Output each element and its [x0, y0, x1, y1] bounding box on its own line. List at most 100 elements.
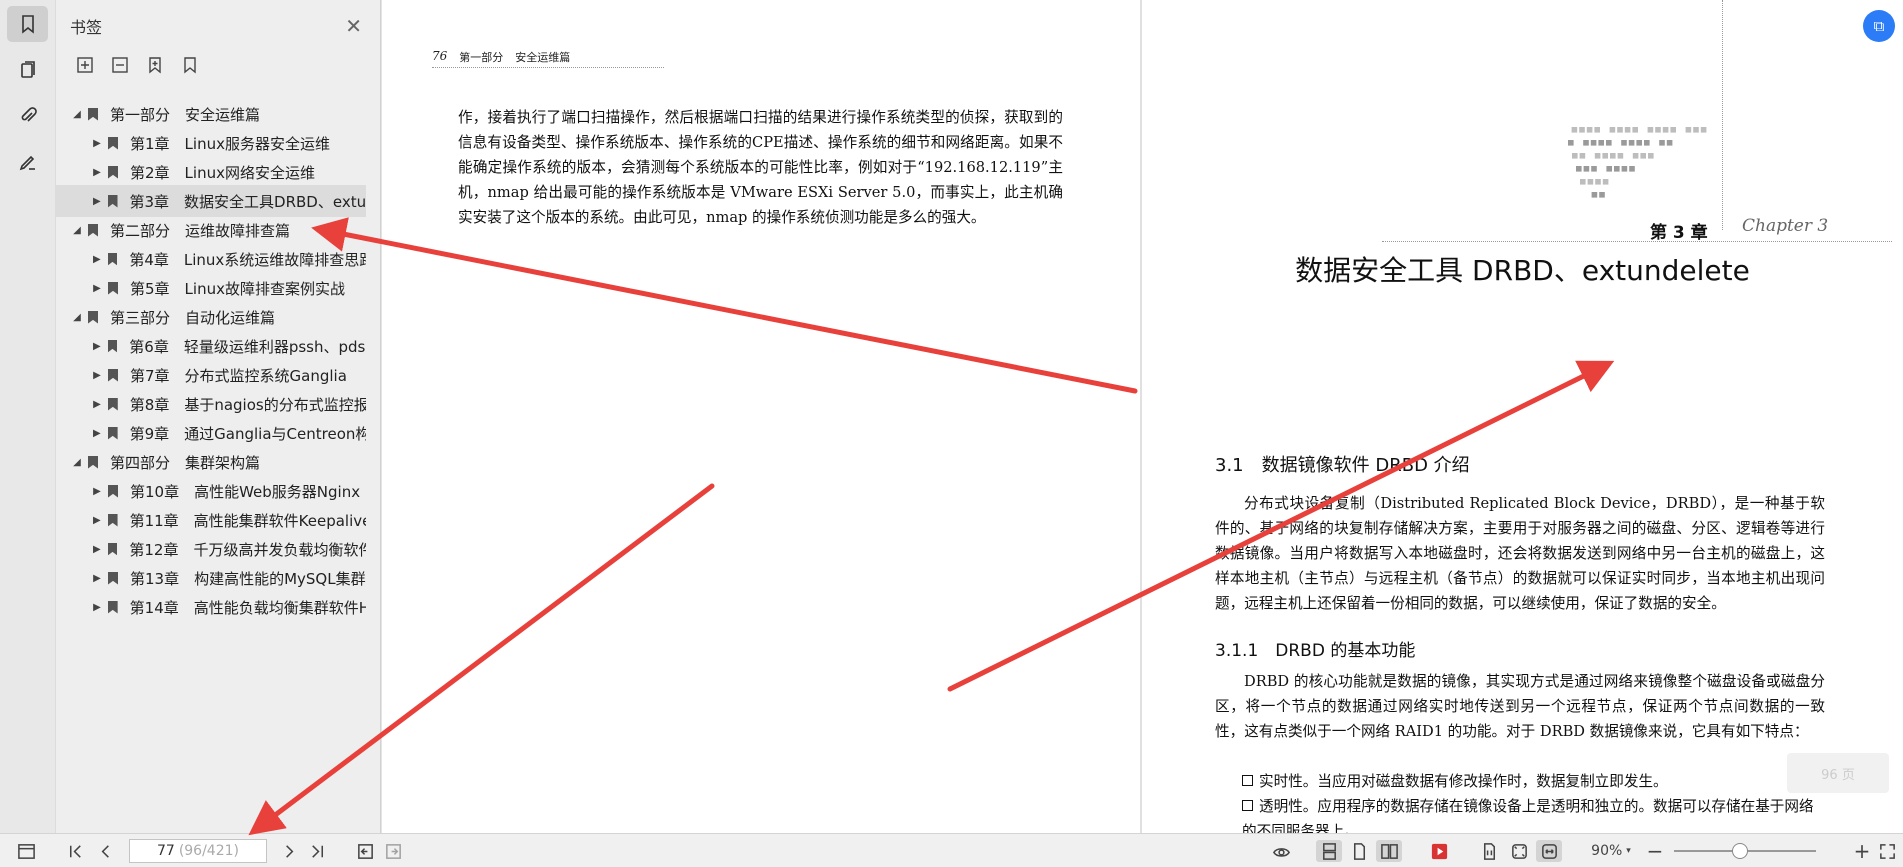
- bookmark-chapter-item[interactable]: ▶ 第4章 Linux系统运维故障排查思路: [56, 243, 366, 275]
- eye-icon[interactable]: [1268, 840, 1294, 862]
- bookmark-chapter-item[interactable]: ▶ 第2章 Linux网络安全运维: [56, 156, 366, 188]
- attachment-icon[interactable]: [7, 98, 48, 134]
- caret-right-icon[interactable]: ▶: [92, 138, 102, 149]
- expand-all-icon[interactable]: [74, 54, 96, 76]
- bookmark-part-item[interactable]: ◢ 第四部分 集群架构篇: [56, 446, 366, 478]
- caret-down-icon[interactable]: ◢: [72, 109, 82, 120]
- caret-right-icon[interactable]: ▶: [92, 283, 102, 294]
- bookmark-label: 第9章 通过Ganglia与Centreon构: [129, 424, 366, 443]
- caret-right-icon[interactable]: ▶: [92, 341, 102, 352]
- caret-right-icon[interactable]: ▶: [92, 370, 102, 381]
- pattern-dot: [1594, 153, 1601, 159]
- caret-down-icon[interactable]: ◢: [72, 457, 82, 468]
- zoom-out-icon[interactable]: −: [1645, 839, 1665, 863]
- pattern-dot: [1614, 166, 1620, 172]
- bookmark-icon[interactable]: [7, 6, 48, 42]
- bookmark-label: 第7章 分布式监控系统Ganglia: [130, 366, 347, 385]
- bookmark-icon: [107, 426, 118, 440]
- actual-size-icon[interactable]: [1476, 840, 1502, 862]
- caret-right-icon[interactable]: ▶: [92, 399, 102, 410]
- status-bar: 77 (96/421) 90% ▾ − +: [0, 833, 1903, 867]
- bookmark-chapter-item[interactable]: ▶ 第9章 通过Ganglia与Centreon构: [56, 417, 366, 449]
- caret-right-icon[interactable]: ▶: [92, 573, 102, 584]
- bookmark-chapter-item[interactable]: ▶ 第5章 Linux故障排查案例实战: [56, 272, 366, 304]
- zoom-in-icon[interactable]: +: [1852, 839, 1872, 863]
- bookmark-label: 第3章 数据安全工具DRBD、extur: [129, 192, 367, 211]
- pattern-dot: [1606, 166, 1612, 172]
- list-item: 实时性。当应用对磁盘数据有修改操作时，数据复制立即发生。: [1242, 769, 1827, 794]
- caret-right-icon[interactable]: ▶: [92, 167, 102, 178]
- bookmark-icon: [107, 194, 118, 208]
- bookmark-label: 第三部分 自动化运维篇: [110, 308, 276, 327]
- two-page-icon[interactable]: [1376, 840, 1402, 862]
- bookmark-icon: [107, 513, 118, 527]
- translate-icon[interactable]: ⧉: [1863, 10, 1895, 42]
- page-number-input[interactable]: 77 (96/421): [129, 839, 267, 863]
- caret-right-icon[interactable]: ▶: [92, 428, 102, 439]
- bookmark-icon: [107, 600, 118, 614]
- close-icon[interactable]: ✕: [345, 14, 362, 38]
- pattern-dot: [1572, 153, 1578, 159]
- panel-title: 书签: [70, 18, 103, 37]
- pattern-dot: [1647, 127, 1654, 133]
- divider: [1722, 0, 1723, 230]
- page-indicator: 96 页: [1787, 753, 1889, 793]
- pattern-dot: [1624, 127, 1631, 133]
- subsection-heading: 3.1.1 DRBD 的基本功能: [1215, 641, 1416, 661]
- bookmark-chapter-item[interactable]: ▶ 第6章 轻量级运维利器pssh、pdsh: [56, 330, 366, 362]
- continuous-view-icon[interactable]: [1316, 840, 1342, 862]
- bookmark-chapter-item[interactable]: ▶ 第11章 高性能集群软件Keepalive: [56, 504, 366, 536]
- bookmark-chapter-item[interactable]: ▶ 第3章 数据安全工具DRBD、extur: [56, 185, 366, 217]
- prev-page-icon[interactable]: [94, 840, 116, 862]
- add-bookmark-icon[interactable]: [144, 54, 166, 76]
- bookmark-part-item[interactable]: ◢ 第三部分 自动化运维篇: [56, 301, 366, 333]
- pattern-dot: [1644, 140, 1650, 146]
- bookmark-label: 第8章 基于nagios的分布式监控报: [129, 395, 366, 414]
- first-page-icon[interactable]: [64, 840, 86, 862]
- last-page-icon[interactable]: [306, 840, 328, 862]
- next-page-icon[interactable]: [278, 840, 300, 862]
- bookmark-icon: [88, 223, 98, 237]
- collapse-all-icon[interactable]: [109, 54, 131, 76]
- caret-right-icon[interactable]: ▶: [92, 254, 102, 265]
- bookmark-chapter-item[interactable]: ▶ 第10章 高性能Web服务器Nginx: [56, 475, 366, 507]
- bookmark-part-item[interactable]: ◢ 第一部分 安全运维篇: [56, 98, 366, 130]
- bookmark-label: 第一部分 安全运维篇: [110, 105, 261, 124]
- bookmark-label: 第二部分 运维故障排查篇: [110, 221, 291, 240]
- bookmark-chapter-item[interactable]: ▶ 第1章 Linux服务器安全运维: [56, 127, 366, 159]
- chapter-pattern: [1568, 127, 1707, 198]
- pattern-dot: [1693, 127, 1699, 133]
- bookmark-toolbar: [74, 54, 201, 76]
- sidebar-toggle-icon[interactable]: [14, 840, 38, 862]
- zoom-select[interactable]: 90% ▾: [1585, 840, 1637, 862]
- bookmarks-panel: 书签 ✕ ◢ 第一部分 安全运维篇 ▶ 第1章 Linux服务器安全运维 ▶ 第2章 Li…: [56, 0, 381, 833]
- bookmark-chapter-item[interactable]: ▶ 第14章 高性能负载均衡集群软件H: [56, 591, 366, 623]
- caret-right-icon[interactable]: ▶: [92, 196, 102, 207]
- chapter-word: Chapter 3: [1742, 216, 1829, 236]
- bookmark-chapter-item[interactable]: ▶ 第13章 构建高性能的MySQL集群: [56, 562, 366, 594]
- bookmark-part-item[interactable]: ◢ 第二部分 运维故障排查篇: [56, 214, 366, 246]
- bookmark-chapter-item[interactable]: ▶ 第8章 基于nagios的分布式监控报: [56, 388, 366, 420]
- fit-width-icon[interactable]: [1536, 840, 1562, 862]
- bookmark-icon: [108, 484, 118, 498]
- page-left: 76 第一部分 安全运维篇 作，接着执行了端口扫描操作，然后根据端口扫描的结果进…: [382, 0, 1140, 833]
- play-icon[interactable]: [1426, 840, 1452, 862]
- caret-right-icon[interactable]: ▶: [92, 486, 102, 497]
- caret-right-icon[interactable]: ▶: [92, 602, 102, 613]
- caret-down-icon[interactable]: ◢: [72, 225, 82, 236]
- back-icon[interactable]: [354, 840, 376, 862]
- fit-page-icon[interactable]: [1506, 840, 1532, 862]
- caret-right-icon[interactable]: ▶: [92, 515, 102, 526]
- forward-icon[interactable]: [382, 840, 404, 862]
- thumbnails-icon[interactable]: [7, 52, 48, 88]
- signature-icon[interactable]: [7, 144, 48, 180]
- bookmark-chapter-item[interactable]: ▶ 第7章 分布式监控系统Ganglia: [56, 359, 366, 391]
- pattern-dot: [1594, 127, 1600, 133]
- zoom-slider-thumb[interactable]: [1732, 843, 1749, 859]
- caret-down-icon[interactable]: ◢: [72, 312, 82, 323]
- bookmark-chapter-item[interactable]: ▶ 第12章 千万级高并发负载均衡软件: [56, 533, 366, 565]
- fullscreen-icon[interactable]: [1876, 840, 1898, 862]
- caret-right-icon[interactable]: ▶: [92, 544, 102, 555]
- bookmark-icon[interactable]: [179, 54, 201, 76]
- single-page-icon[interactable]: [1346, 840, 1372, 862]
